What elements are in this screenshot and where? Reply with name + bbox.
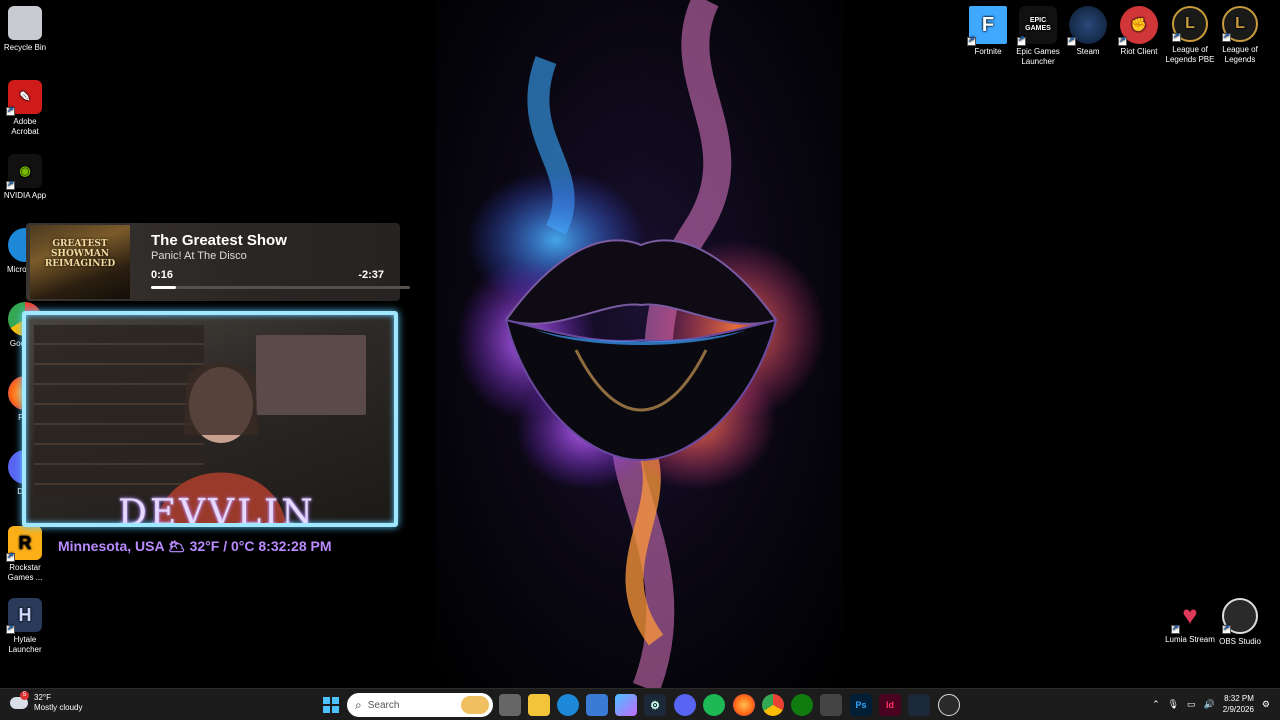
desktop-icon-epic-games[interactable]: EPIC GAMES Epic Games Launcher xyxy=(1013,6,1063,67)
taskbar-weather-widget[interactable]: 5 32°F Mostly cloudy xyxy=(10,691,83,713)
remaining-time: -2:37 xyxy=(358,269,384,281)
lumia-stream-icon: ♥ xyxy=(1171,598,1207,634)
track-artist: Panic! At The Disco xyxy=(151,250,247,262)
progress-fill xyxy=(151,286,177,289)
desktop-icon-recycle-bin[interactable]: Recycle Bin xyxy=(0,6,50,53)
desktop-icon-label: Adobe Acrobat xyxy=(11,117,39,136)
webcam-overlay: DEVVLIN xyxy=(22,311,398,527)
desktop-icon-obs[interactable]: OBS Studio xyxy=(1215,598,1265,647)
album-art: GREATEST SHOWMAN REIMAGINED xyxy=(30,225,130,299)
steam-icon xyxy=(1067,6,1107,46)
steam-icon[interactable]: ⚙ xyxy=(644,694,666,716)
photoshop-icon[interactable]: Ps xyxy=(850,694,872,716)
cloud-icon: 5 xyxy=(10,691,29,709)
desktop-icon-label: OBS Studio xyxy=(1219,637,1261,646)
elapsed-time: 0:16 xyxy=(151,269,174,281)
desktop-icon-hytale[interactable]: H Hytale Launcher xyxy=(0,598,50,655)
weather-temp: 32°F xyxy=(34,693,51,702)
desktop-icon-label: Fortnite xyxy=(974,47,1002,56)
xbox-icon[interactable] xyxy=(791,694,813,716)
nvidia-icon: ◉ xyxy=(6,154,42,190)
desktop-icon-steam[interactable]: Steam xyxy=(1063,6,1113,57)
adobe-acrobat-icon: ✎ xyxy=(6,80,42,116)
search-highlight-icon xyxy=(461,696,489,714)
desktop-icon-label: Hytale Launcher xyxy=(8,635,42,654)
riot-client-icon: ✊ xyxy=(1118,6,1158,46)
spotify-icon[interactable] xyxy=(703,694,725,716)
system-tray: ⌃ 🎙 ▭ 🔊 8:32 PM 2/9/2026 ⚙ xyxy=(1152,693,1270,715)
firefox-icon[interactable] xyxy=(733,694,755,716)
search-placeholder: Search xyxy=(367,699,400,711)
streamer-name: DEVVLIN xyxy=(118,493,316,527)
volume-icon[interactable]: 🔊 xyxy=(1204,699,1215,710)
fortnite-icon: F xyxy=(967,6,1007,46)
desktop-icon-label: Steam xyxy=(1076,47,1100,56)
indesign-icon[interactable]: Id xyxy=(879,694,901,716)
track-title: The Greatest Show xyxy=(151,232,287,249)
obs-icon[interactable] xyxy=(938,694,960,716)
taskbar: 5 32°F Mostly cloudy ⌕ Search ⚙ Ps Id ⌃ … xyxy=(0,688,1280,720)
location-weather-overlay: Minnesota, USA 🌥 32°F / 0°C 8:32:28 PM xyxy=(58,538,332,554)
desktop-icon-nvidia[interactable]: ◉ NVIDIA App xyxy=(0,154,50,201)
windows-start-icon[interactable] xyxy=(320,694,342,716)
weather-desc: Mostly cloudy xyxy=(34,703,83,712)
lips-smoke-art xyxy=(456,0,826,688)
clock[interactable]: 8:32 PM 2/9/2026 xyxy=(1223,693,1254,715)
snipping-tool-icon[interactable] xyxy=(820,694,842,716)
desktop-icon-adobe-acrobat[interactable]: ✎ Adobe Acrobat xyxy=(0,80,50,137)
microphone-icon[interactable]: 🎙 xyxy=(1168,699,1179,710)
hytale-icon: H xyxy=(6,598,42,634)
desktop-icon-label: Riot Client xyxy=(1120,47,1158,56)
clock-date: 2/9/2026 xyxy=(1222,705,1254,714)
desktop-icon-label: Epic Games Launcher xyxy=(1016,47,1060,66)
epic-games-icon: EPIC GAMES xyxy=(1017,6,1057,46)
league-of-legends-pbe-icon: L xyxy=(1172,6,1208,42)
chevron-up-icon[interactable]: ⌃ xyxy=(1152,699,1160,710)
notification-badge: 5 xyxy=(20,691,29,700)
obs-studio-icon xyxy=(1222,598,1258,634)
edge-icon[interactable] xyxy=(557,694,579,716)
network-icon[interactable]: ▭ xyxy=(1187,699,1196,710)
now-playing-widget: GREATEST SHOWMAN REIMAGINED The Greatest… xyxy=(26,223,410,301)
desktop-icon-label: League of Legends PBE xyxy=(1165,45,1215,64)
desktop-icon-label: League of Legends xyxy=(1222,45,1258,64)
desktop-icon-lol-pbe[interactable]: L League of Legends PBE xyxy=(1165,6,1215,65)
desktop-icon-rockstar[interactable]: R Rockstar Games ... xyxy=(0,526,50,583)
desktop-icon-lumia-stream[interactable]: ♥ Lumia Stream xyxy=(1165,598,1215,645)
wallpaper xyxy=(436,0,842,688)
file-explorer-icon[interactable] xyxy=(528,694,550,716)
discord-icon[interactable] xyxy=(674,694,696,716)
desktop-icon-label: Recycle Bin xyxy=(3,43,47,52)
chrome-icon[interactable] xyxy=(762,694,784,716)
steam-icon-2[interactable] xyxy=(908,694,930,716)
desktop-icon-fortnite[interactable]: F Fortnite xyxy=(963,6,1013,57)
desktop-icon-riot-client[interactable]: ✊ Riot Client xyxy=(1114,6,1164,57)
progress-bar xyxy=(151,286,410,289)
desktop-icon-label: NVIDIA App xyxy=(3,191,47,200)
notification-icon[interactable]: ⚙ xyxy=(1262,699,1270,710)
task-view-icon[interactable] xyxy=(499,694,521,716)
clock-time: 8:32 PM xyxy=(1224,694,1254,703)
desktop-icon-lol[interactable]: L League of Legends xyxy=(1215,6,1265,65)
desktop-icon-label: Rockstar Games ... xyxy=(7,563,43,582)
rockstar-icon: R xyxy=(6,526,42,562)
copilot-icon[interactable] xyxy=(615,694,637,716)
league-of-legends-icon: L xyxy=(1222,6,1258,42)
ms-store-icon[interactable] xyxy=(586,694,608,716)
recycle-bin-icon xyxy=(8,6,42,40)
desktop-icon-label: Lumia Stream xyxy=(1165,635,1215,644)
search-icon: ⌕ xyxy=(355,697,362,712)
taskbar-search[interactable]: ⌕ Search xyxy=(347,693,493,717)
